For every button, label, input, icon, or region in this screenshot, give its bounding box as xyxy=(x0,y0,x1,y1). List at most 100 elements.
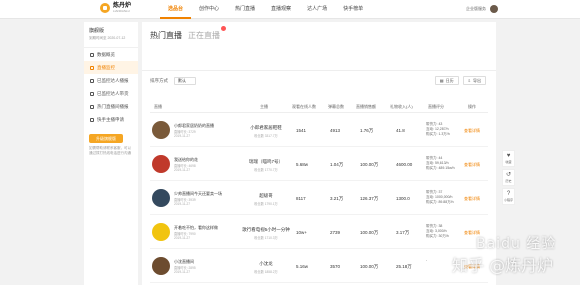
table-row[interactable]: 小郎君家居奶奶的直播 直播时长: 3729 2019-11-27 小郎君家居鞋鞋 粉丝数… xyxy=(150,114,488,147)
right-toolbar-label: 收藏 xyxy=(505,160,512,164)
nav-item-live-watch[interactable]: 直播观察 xyxy=(263,0,299,19)
live-date: 2019-11-27 xyxy=(174,270,191,274)
sidebar-item-creator-sales[interactable]: 已监控达人带货 xyxy=(84,87,138,100)
sidebar-item-live-monitor[interactable]: 直播监控 xyxy=(84,61,138,74)
anchor-fans: 粉丝数 1710.3万 xyxy=(254,236,278,240)
grade-line: - xyxy=(426,258,428,262)
gift-value: 4600.00 xyxy=(396,162,413,167)
nav-item-creators[interactable]: 达人广场 xyxy=(299,0,335,19)
user-icon xyxy=(90,78,94,83)
table-row[interactable]: 我送给你的花 直播时长: 4698 2019-11-27 瑞瑞（喵鸣7号） 粉丝数 17… xyxy=(150,148,488,181)
anchor-fans: 粉丝数 1790.1万 xyxy=(254,202,278,206)
tab-live-now[interactable]: 正在直播 xyxy=(188,26,226,41)
enterprise-link[interactable]: 企业版服务 xyxy=(466,6,486,12)
monitor-icon xyxy=(90,65,94,70)
sort-select[interactable]: 默认 xyxy=(174,77,196,85)
anchor-name[interactable]: 超级哥 xyxy=(242,193,290,199)
sidebar-item-hot-rooms[interactable]: 热门直播间播报 xyxy=(84,100,138,113)
live-date: 2019-11-27 xyxy=(174,236,191,240)
logo-icon xyxy=(100,3,110,13)
live-thumbnail[interactable] xyxy=(152,189,170,207)
sales-value: 1.76万 xyxy=(360,128,374,133)
live-thumbnail[interactable] xyxy=(152,155,170,173)
sort-label: 排序方式 xyxy=(150,78,168,83)
nav-item-select[interactable]: 选品台 xyxy=(160,0,192,19)
gift-value: 25.18万 xyxy=(396,264,412,269)
sidebar: 旗舰版 到期时间至 2020-07-12 数据概览 直播监控 已监控达人播报 已… xyxy=(84,22,138,285)
grade-block: 带货力: 38 互动: 3,000/h 购买力: 30万/h xyxy=(426,224,449,239)
col-action: 操作 xyxy=(468,104,476,109)
live-thumbnail[interactable] xyxy=(152,121,170,139)
nav-item-hot-live[interactable]: 热门直播 xyxy=(227,0,263,19)
export-button[interactable]: ⇩ 导出 xyxy=(462,76,486,85)
main-nav: 选品台 创作中心 热门直播 直播观察 达人广场 快手榜单 xyxy=(160,0,371,19)
col-anchor: 主播 xyxy=(260,104,268,109)
live-date: 2019-11-27 xyxy=(174,202,191,206)
notification-dot xyxy=(221,26,226,31)
apply-icon xyxy=(90,117,94,122)
right-toolbar-button[interactable]: ↺ 历史 xyxy=(502,169,515,186)
sidebar-item-label: 热门直播间播报 xyxy=(97,104,129,109)
right-toolbar-button[interactable]: ? 小程序 xyxy=(502,188,515,205)
top-nav: 炼丹炉 LIANDANLU 选品台 创作中心 热门直播 直播观察 达人广场 快手… xyxy=(0,0,580,19)
sales-value: 100.00万 xyxy=(360,264,379,269)
watermark-zhihu: 知乎 @炼丹炉 xyxy=(452,256,554,275)
grade-block: 带货力: 43 互动: 12,287/h 购买力: 1.3万/h xyxy=(426,122,450,137)
live-thumbnail[interactable] xyxy=(152,223,170,241)
right-toolbar-label: 历史 xyxy=(505,179,512,183)
grade-block: 带货力: 44 互动: 59,613/h 购买力: 489.15w/h xyxy=(426,156,455,171)
danmu-value: 3570 xyxy=(330,264,341,269)
col-sales[interactable]: 直播销售额 xyxy=(356,104,376,110)
right-toolbar: ♥ 收藏 ↺ 历史 ? 小程序 xyxy=(502,150,515,205)
anchor-fans: 粉丝数 1858.2万 xyxy=(254,270,278,274)
fire-icon xyxy=(90,104,94,109)
sidebar-item-label: 直播监控 xyxy=(97,65,115,70)
avatar[interactable] xyxy=(490,5,498,13)
grade-line: 购买力: 30万/h xyxy=(426,234,449,238)
sidebar-item-overview[interactable]: 数据概览 xyxy=(84,48,138,61)
logo[interactable]: 炼丹炉 LIANDANLU xyxy=(100,3,131,13)
sidebar-item-label: 已监控达人播报 xyxy=(97,78,129,83)
sidebar-item-creator-broadcast[interactable]: 已监控达人播报 xyxy=(84,74,138,87)
nav-item-creation[interactable]: 创作中心 xyxy=(191,0,227,19)
sales-value: 100.00万 xyxy=(360,162,379,167)
logo-subtitle: LIANDANLU xyxy=(113,9,130,13)
col-gift[interactable]: 礼物收入(人) xyxy=(390,104,413,110)
view-detail-link[interactable]: 查看详情 xyxy=(464,128,480,134)
table-row[interactable]: 开着吃不怕，看你这样做 直播时长: 7990 2019-11-27 歌行看电视5小时一… xyxy=(150,216,488,249)
table-header: 直播 主播 观看在线人数 弹幕总数 直播销售额 礼物收入(人) 直播评分 操作 xyxy=(150,101,488,113)
nav-right: 企业版服务 xyxy=(466,5,498,13)
user-block: 旗舰版 到期时间至 2020-07-12 xyxy=(84,22,138,48)
view-detail-link[interactable]: 查看详情 xyxy=(464,162,480,168)
export-label: 导出 xyxy=(473,78,481,83)
col-viewers[interactable]: 观看在线人数 xyxy=(292,104,316,110)
sales-value: 100.00万 xyxy=(360,230,379,235)
danmu-value: 3.21万 xyxy=(330,196,344,201)
anchor-name[interactable]: 小沈龙 xyxy=(242,261,290,267)
anchor-name[interactable]: 歌行看电视5小时一分钟 xyxy=(242,227,290,233)
anchor-name[interactable]: 瑞瑞（喵鸣7号） xyxy=(242,159,290,165)
history-icon: ↺ xyxy=(505,172,512,178)
table-row[interactable]: 小沈直播间 直播时长: 2895 2019-11-27 小沈龙 粉丝数 1858.2万 5… xyxy=(150,250,488,283)
live-thumbnail[interactable] xyxy=(152,257,170,275)
title-row: 热门直播 正在直播 xyxy=(150,26,226,41)
col-danmu[interactable]: 弹幕总数 xyxy=(328,104,344,110)
sidebar-item-anchor-apply[interactable]: 快手主播申请 xyxy=(84,113,138,126)
sales-value: 126.37万 xyxy=(360,196,379,201)
right-toolbar-button[interactable]: ♥ 收藏 xyxy=(502,150,515,167)
heart-icon: ♥ xyxy=(506,153,511,159)
anchor-name[interactable]: 小郎君家居鞋鞋 xyxy=(242,125,290,131)
gift-value: 41.8 xyxy=(396,128,405,133)
calendar-label: 日历 xyxy=(445,78,454,83)
watermark-baidu: Baidu 经验 xyxy=(476,236,557,252)
plan-name: 旗舰版 xyxy=(89,28,105,34)
grade-line: 购买力: 89.88万/h xyxy=(426,200,454,204)
table-row[interactable]: 少帅直播间今天还要卖一场 直播时长: 3939 2019-11-27 超级哥 粉丝数 1… xyxy=(150,182,488,215)
nav-item-rankings[interactable]: 快手榜单 xyxy=(335,0,371,19)
grade-block: - xyxy=(426,258,427,263)
calendar-button[interactable]: ▦ 日历 xyxy=(434,76,459,85)
grade-block: 带货力: 37 互动: 1000,000/h 购买力: 89.88万/h xyxy=(426,190,454,205)
upgrade-button[interactable]: 升级旗舰版 xyxy=(89,134,123,143)
view-detail-link[interactable]: 查看详情 xyxy=(464,196,480,202)
plan-expiry: 到期时间至 2020-07-12 xyxy=(89,36,126,40)
